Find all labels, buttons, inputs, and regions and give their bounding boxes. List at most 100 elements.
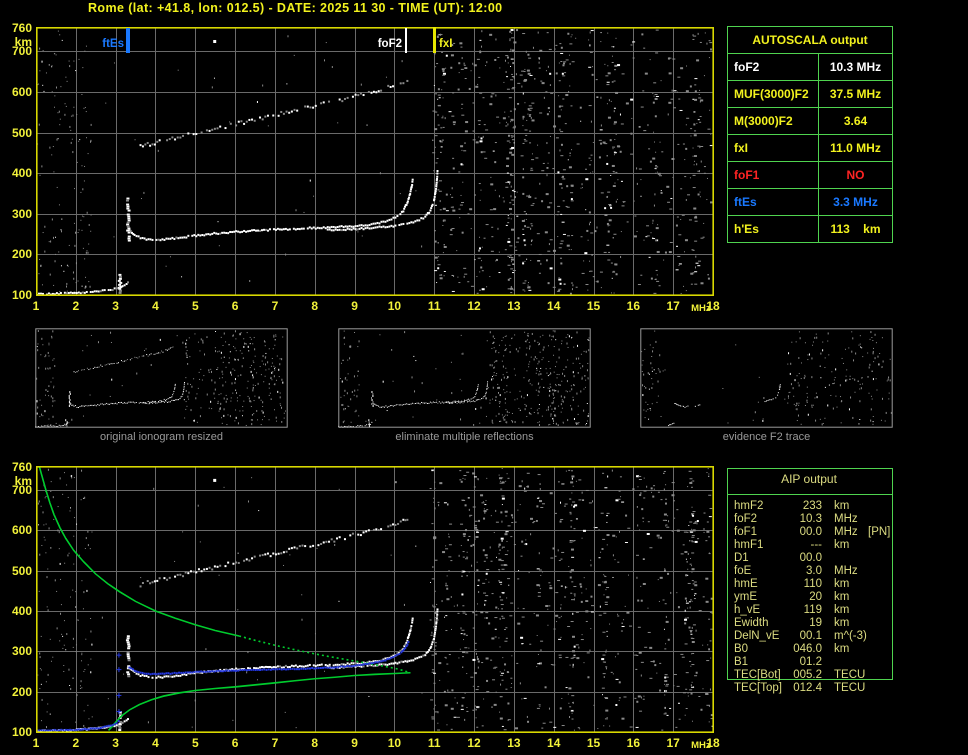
y-tick-label: 600 — [11, 523, 32, 538]
table-row: DelN_vE 00.1 m^(-3) — [734, 630, 904, 643]
aip-row-value: --- — [810, 539, 823, 551]
aip-row-unit: m^(-3) — [834, 630, 867, 642]
autoscala-row-value: 3.64 — [843, 114, 868, 128]
y-tick-label: 760 — [11, 21, 32, 35]
x-tick-label: 10 — [387, 736, 402, 750]
aip-row-value: 00.0 — [799, 552, 822, 564]
autoscala-row-value: 113 km — [830, 222, 881, 236]
aip-row-label: foE — [734, 565, 752, 577]
ftes-marker-line — [126, 28, 130, 53]
autoscala-row-label: MUF(3000)F2 — [728, 81, 819, 107]
y-tick-label: 500 — [11, 125, 32, 140]
aip-row-value: 012.4 — [793, 682, 822, 694]
autoscala-output-screen: Rome (lat: +41.8, lon: 012.5) - DATE: 20… — [0, 0, 968, 755]
x-tick-label: 16 — [626, 299, 641, 313]
aip-row-unit: MHz — [834, 513, 858, 525]
aip-row-label: hmF2 — [734, 500, 764, 512]
table-row: TEC[Bot] 005.2 TECU — [734, 669, 904, 682]
aip-row-unit: km — [834, 539, 850, 551]
table-row: MUF(3000)F2 37.5 MHz — [728, 81, 892, 108]
aip-table-title: AIP output — [781, 472, 837, 486]
aip-row-label: ymE — [734, 591, 757, 603]
aip-row-unit: TECU — [834, 669, 866, 681]
x-tick-label: 17 — [666, 736, 680, 750]
aip-row-value: 00.1 — [799, 630, 822, 642]
aip-row-unit: TECU — [834, 682, 866, 694]
x-tick-label: 8 — [311, 299, 319, 313]
autoscala-row-value: 3.3 MHz — [833, 195, 878, 209]
aip-row-value: 00.0 — [799, 526, 822, 538]
autoscala-row-label: h'Es — [728, 216, 819, 242]
aip-row-label: foF2 — [734, 513, 758, 525]
y-tick-label: 300 — [11, 644, 32, 659]
y-tick-label: 400 — [11, 166, 32, 181]
aip-row-label: D1 — [734, 552, 749, 564]
aip-row-label: Ewidth — [734, 617, 769, 629]
y-tick-label: 600 — [11, 84, 32, 99]
x-tick-label: 7 — [271, 299, 279, 313]
aip-row-label: h_vE — [734, 604, 761, 616]
table-row: hmF1 --- km — [734, 539, 904, 552]
y-tick-label: 400 — [11, 604, 32, 619]
x-tick-label: 1 — [32, 736, 40, 750]
aip-row-label: foF1 — [734, 526, 758, 538]
aip-row-unit: MHz — [834, 565, 858, 577]
table-row: foF2 10.3 MHz — [728, 54, 892, 81]
autoscala-row-label: fxI — [728, 135, 819, 161]
table-row: ftEs 3.3 MHz — [728, 189, 892, 216]
x-tick-label: 8 — [311, 736, 319, 750]
table-row: Ewidth 19 km — [734, 617, 904, 630]
aip-row-unit: km — [834, 578, 850, 590]
autoscala-row-label: ftEs — [728, 189, 819, 215]
table-row: D1 00.0 — [734, 552, 904, 565]
aip-row-unit: MHz — [834, 526, 858, 538]
x-tick-label: 7 — [271, 736, 279, 750]
aip-row-value: 01.2 — [799, 656, 822, 668]
x-tick-label: 9 — [351, 736, 358, 750]
x-tick-label: 16 — [626, 736, 641, 750]
aip-row-value: 233 — [802, 500, 822, 512]
aip-row-value: 20 — [809, 591, 822, 603]
table-row: hmE 110 km — [734, 578, 904, 591]
x-axis-unit: MHz — [691, 740, 711, 751]
aip-row-note: [PN] — [868, 526, 891, 538]
x-tick-label: 5 — [191, 299, 199, 313]
y-tick-label: 700 — [11, 483, 32, 498]
aip-row-unit: km — [834, 643, 850, 655]
x-tick-label: 13 — [507, 736, 521, 750]
fof2-marker-line — [405, 28, 407, 53]
x-tick-label: 6 — [231, 299, 239, 313]
table-row: foF1 00.0 MHz [PN] — [734, 526, 904, 539]
y-tick-label: 500 — [11, 563, 32, 578]
thumbnail-eliminate-reflections — [338, 328, 591, 428]
aip-row-unit: km — [834, 500, 850, 512]
table-row: foF2 10.3 MHz — [734, 513, 904, 526]
aip-row-label: B0 — [734, 643, 749, 655]
x-tick-label: 5 — [191, 736, 199, 750]
table-row: h_vE 119 km — [734, 604, 904, 617]
aip-row-label: B1 — [734, 656, 749, 668]
table-row: B1 01.2 — [734, 656, 904, 669]
y-tick-label: 200 — [11, 247, 32, 262]
aip-row-unit: km — [834, 591, 850, 603]
x-tick-label: 1 — [32, 299, 40, 313]
autoscala-row-value: 10.3 MHz — [829, 60, 882, 74]
aip-row-unit: km — [834, 617, 850, 629]
x-tick-label: 11 — [427, 736, 441, 750]
thumbnail-caption-evidence: evidence F2 trace — [722, 431, 811, 443]
table-row: B0 046.0 km — [734, 643, 904, 656]
table-row: hmF2 233 km — [734, 500, 904, 513]
aip-row-value: 005.2 — [793, 669, 822, 681]
autoscala-table-rows: foF2 10.3 MHz MUF(3000)F2 37.5 MHz M(3000)F2… — [728, 54, 892, 242]
x-tick-label: 15 — [586, 736, 601, 750]
x-tick-label: 2 — [72, 736, 80, 750]
autoscala-row-label: foF1 — [728, 162, 819, 188]
y-tick-label: 300 — [11, 206, 32, 221]
autoscala-output-table: AUTOSCALA output foF2 10.3 MHz MUF(3000)F2… — [727, 26, 893, 243]
y-tick-label: 760 — [11, 460, 32, 474]
ftes-marker-label: ftEs — [102, 38, 124, 50]
x-tick-label: 11 — [427, 299, 441, 313]
x-tick-label: 14 — [547, 299, 561, 313]
bottom-ionogram-canvas — [36, 466, 714, 733]
table-row: h'Es 113 km — [728, 216, 892, 242]
